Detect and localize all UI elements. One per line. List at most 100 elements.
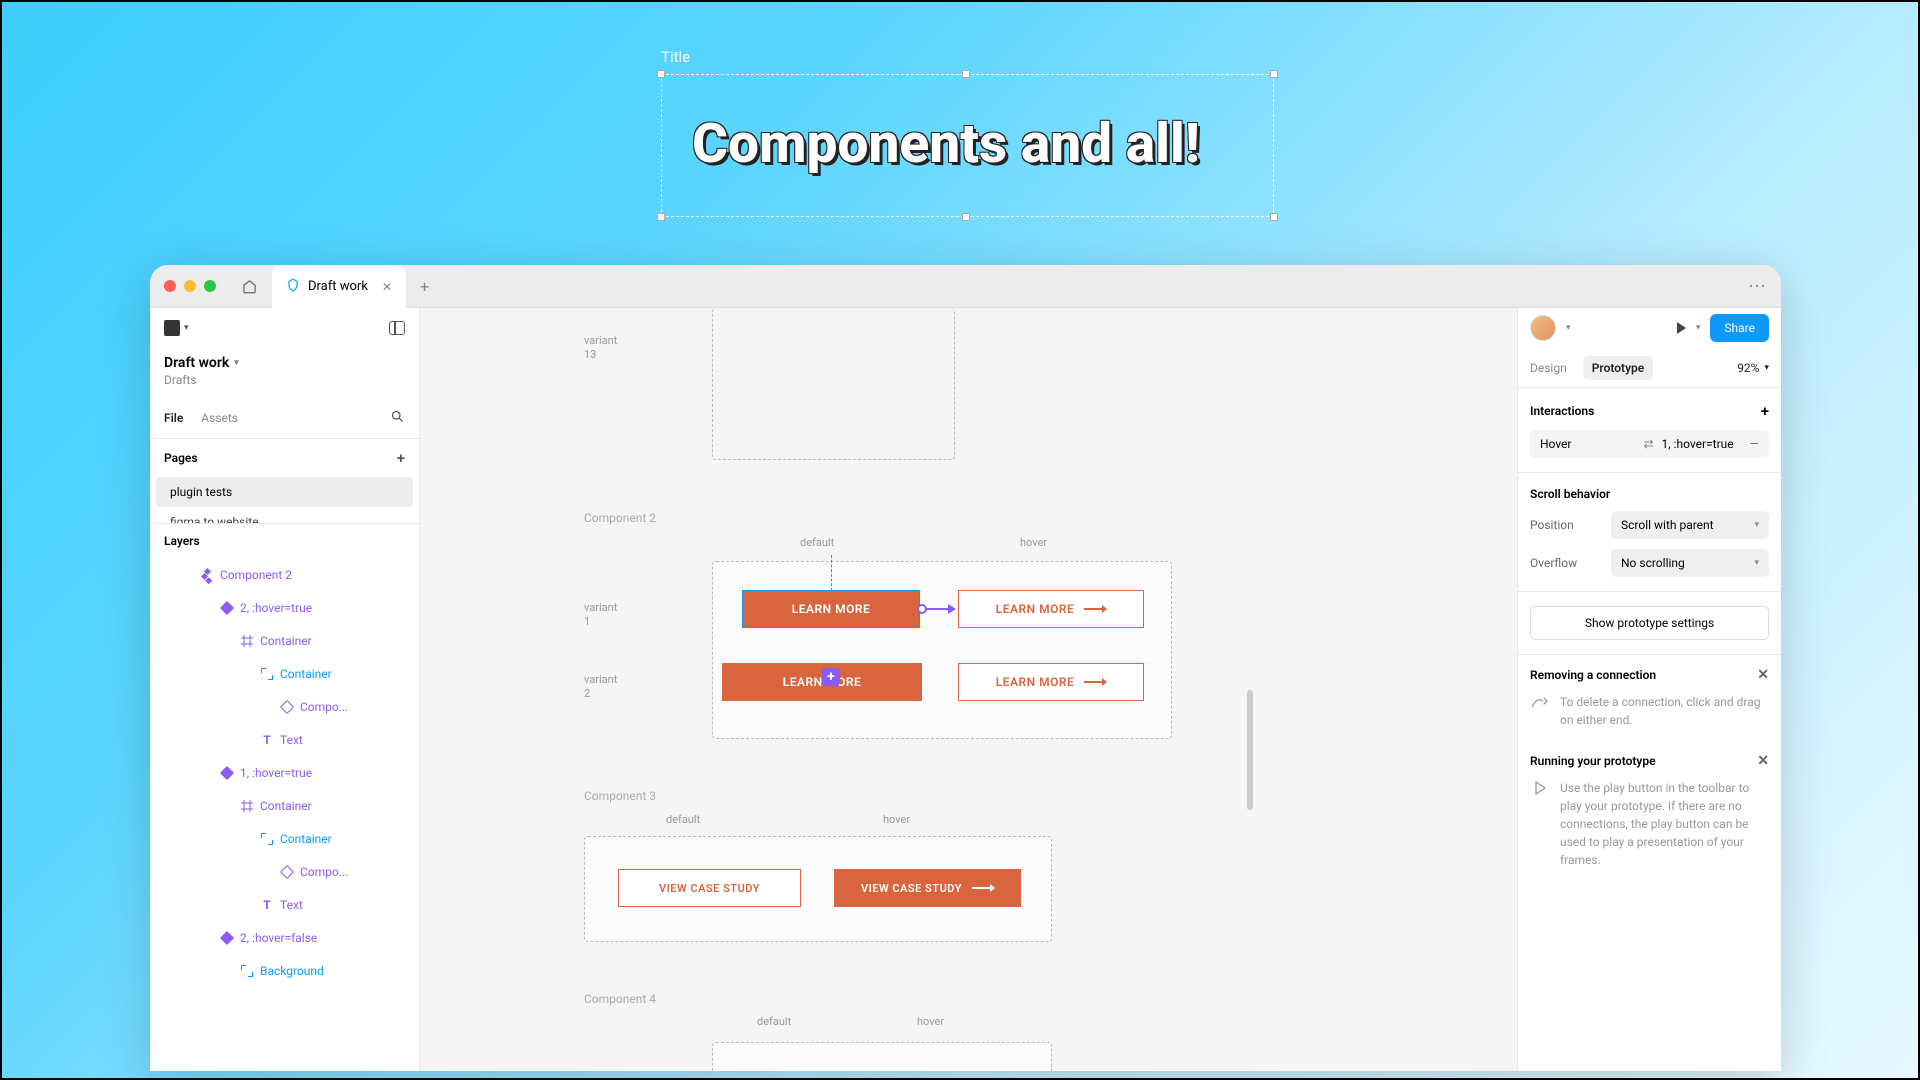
component-frame[interactable] bbox=[712, 308, 955, 460]
layer-item[interactable]: 1, :hover=true bbox=[150, 756, 419, 789]
tip-body-text: Use the play button in the toolbar to pl… bbox=[1560, 779, 1769, 869]
tip-body-text: To delete a connection, click and drag o… bbox=[1560, 693, 1769, 729]
minimize-window-button[interactable] bbox=[184, 280, 196, 292]
component-title: Component 2 bbox=[584, 511, 656, 525]
layer-label: 1, :hover=true bbox=[240, 766, 312, 780]
arrow-icon bbox=[1084, 608, 1106, 610]
figma-menu-button[interactable]: ▾ bbox=[164, 320, 189, 336]
maximize-window-button[interactable] bbox=[204, 280, 216, 292]
layer-item[interactable]: Container bbox=[150, 657, 419, 690]
window-controls bbox=[164, 280, 216, 292]
prototype-connection[interactable] bbox=[926, 608, 950, 610]
layer-item[interactable]: TText bbox=[150, 723, 419, 756]
arrow-icon bbox=[1084, 681, 1106, 683]
resize-handle[interactable] bbox=[1270, 213, 1278, 221]
new-tab-button[interactable]: + bbox=[420, 277, 429, 296]
layer-label: 2, :hover=false bbox=[240, 931, 317, 945]
home-button[interactable] bbox=[234, 271, 264, 301]
share-button[interactable]: Share bbox=[1710, 314, 1769, 342]
resize-handle[interactable] bbox=[657, 213, 665, 221]
project-location[interactable]: Drafts bbox=[164, 373, 405, 387]
project-name-dropdown[interactable]: Draft work▾ bbox=[164, 355, 239, 371]
play-prototype-button[interactable] bbox=[1677, 322, 1686, 334]
column-label: default bbox=[757, 1015, 791, 1029]
assets-panel-tab[interactable]: Assets bbox=[201, 411, 238, 425]
zoom-dropdown[interactable]: 92%▾ bbox=[1737, 361, 1769, 375]
column-label: hover bbox=[917, 1015, 944, 1029]
layer-label: 2, :hover=true bbox=[240, 601, 312, 615]
layer-item[interactable]: 2, :hover=false bbox=[150, 921, 419, 954]
add-page-button[interactable]: + bbox=[397, 449, 405, 467]
layer-item[interactable]: Container bbox=[150, 822, 419, 855]
window-menu-button[interactable]: ⋯ bbox=[1748, 276, 1767, 297]
learn-more-button-hover[interactable]: LEARN MORE bbox=[958, 590, 1144, 628]
remove-interaction-button[interactable]: — bbox=[1750, 437, 1759, 451]
overflow-select[interactable]: No scrolling▾ bbox=[1611, 549, 1769, 577]
pages-header: Pages + bbox=[150, 439, 419, 477]
layer-label: Container bbox=[280, 832, 332, 846]
layer-item[interactable]: Container bbox=[150, 789, 419, 822]
column-label: hover bbox=[883, 813, 910, 827]
interactions-header: Interactions bbox=[1530, 404, 1594, 418]
resize-handle[interactable] bbox=[962, 213, 970, 221]
search-button[interactable] bbox=[390, 409, 405, 427]
prototype-settings-button[interactable]: Show prototype settings bbox=[1530, 606, 1769, 640]
layer-label: Text bbox=[280, 733, 303, 747]
close-window-button[interactable] bbox=[164, 280, 176, 292]
layers-list: Component 22, :hover=trueContainerContai… bbox=[150, 558, 419, 1071]
design-canvas[interactable]: variant 13 Component 2 default hover var… bbox=[420, 308, 1517, 1071]
component-4-frame[interactable] bbox=[712, 1042, 1052, 1071]
close-tip-button[interactable]: ✕ bbox=[1757, 667, 1769, 683]
toggle-panel-button[interactable] bbox=[389, 321, 405, 335]
connection-tip-icon bbox=[1530, 693, 1550, 729]
component-title: Component 4 bbox=[584, 992, 656, 1006]
hero-frame-label: Title bbox=[661, 48, 690, 66]
user-avatar[interactable] bbox=[1530, 315, 1556, 341]
chevron-down-icon[interactable]: ▾ bbox=[1696, 323, 1701, 333]
position-select[interactable]: Scroll with parent▾ bbox=[1611, 511, 1769, 539]
layer-item[interactable]: Compo... bbox=[150, 690, 419, 723]
overflow-label: Overflow bbox=[1530, 556, 1577, 570]
page-item[interactable]: figma to website bbox=[156, 507, 413, 523]
interaction-target: 1, :hover=true bbox=[1662, 437, 1734, 451]
close-tab-icon[interactable]: ✕ bbox=[382, 280, 392, 294]
view-case-study-button[interactable]: VIEW CASE STUDY bbox=[618, 869, 801, 907]
interaction-row[interactable]: Hover ⇄ 1, :hover=true — bbox=[1530, 430, 1769, 458]
add-interaction-badge[interactable]: + bbox=[822, 668, 840, 686]
layer-label: Background bbox=[260, 964, 324, 978]
arrow-icon bbox=[972, 887, 994, 889]
layer-label: Text bbox=[280, 898, 303, 912]
prototype-tab[interactable]: Prototype bbox=[1583, 356, 1654, 380]
column-label: default bbox=[800, 536, 834, 550]
layer-item[interactable]: Compo... bbox=[150, 855, 419, 888]
view-case-study-button-hover[interactable]: VIEW CASE STUDY bbox=[834, 869, 1021, 907]
component-2-frame[interactable] bbox=[712, 561, 1172, 739]
tip-running-header: Running your prototype bbox=[1530, 754, 1656, 768]
tip-removing-header: Removing a connection bbox=[1530, 668, 1656, 682]
canvas-scrollbar[interactable] bbox=[1247, 690, 1253, 810]
learn-more-button-hover[interactable]: LEARN MORE bbox=[958, 663, 1144, 701]
resize-handle[interactable] bbox=[1270, 70, 1278, 78]
interaction-trigger: Hover bbox=[1540, 437, 1571, 451]
layer-item[interactable]: TText bbox=[150, 888, 419, 921]
layer-item[interactable]: Component 2 bbox=[150, 558, 419, 591]
layer-item[interactable]: Container bbox=[150, 624, 419, 657]
page-item[interactable]: plugin tests bbox=[156, 477, 413, 507]
resize-handle[interactable] bbox=[657, 70, 665, 78]
right-panel: ▾ ▾ Share Design Prototype 92%▾ Interact… bbox=[1517, 308, 1781, 1071]
file-panel-tab[interactable]: File bbox=[164, 411, 183, 425]
chevron-down-icon: ▾ bbox=[1566, 323, 1571, 333]
layer-label: Component 2 bbox=[220, 568, 292, 582]
file-tab[interactable]: Draft work ✕ bbox=[272, 266, 406, 308]
layer-item[interactable]: 2, :hover=true bbox=[150, 591, 419, 624]
design-tab[interactable]: Design bbox=[1530, 361, 1567, 375]
swap-icon: ⇄ bbox=[1643, 437, 1653, 451]
hero-title-text[interactable]: Components and all! bbox=[692, 112, 1200, 176]
learn-more-button[interactable]: LEARN MORE bbox=[742, 590, 920, 628]
close-tip-button[interactable]: ✕ bbox=[1757, 753, 1769, 769]
layer-item[interactable]: Background bbox=[150, 954, 419, 987]
resize-handle[interactable] bbox=[962, 70, 970, 78]
add-interaction-button[interactable]: + bbox=[1761, 402, 1769, 420]
play-tip-icon bbox=[1530, 779, 1550, 869]
component-title: Component 3 bbox=[584, 789, 656, 803]
